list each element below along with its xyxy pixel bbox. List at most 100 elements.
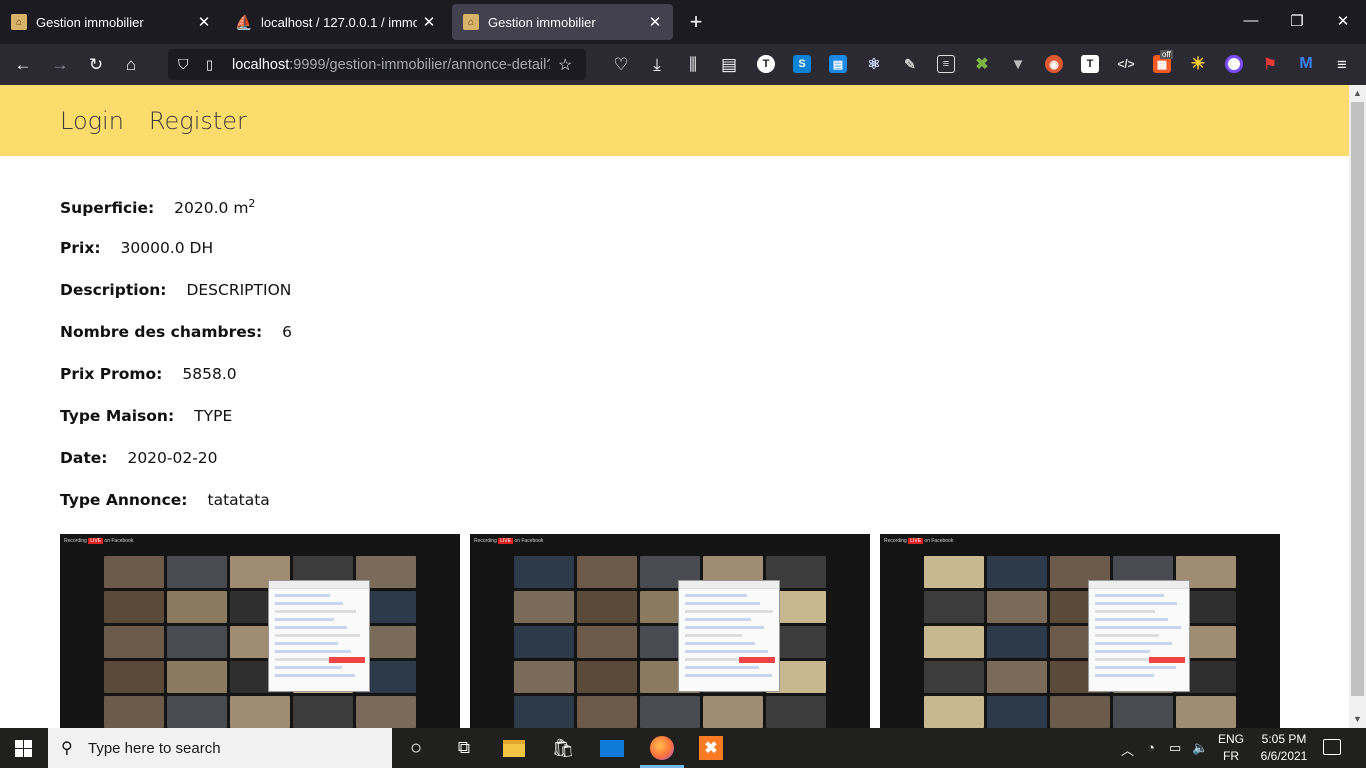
address-bar[interactable]: ⛉ ▯ localhost:9999/gestion-immobilier/an…	[168, 49, 586, 80]
video-tile	[987, 556, 1047, 588]
s-extension-icon[interactable]: S	[793, 55, 811, 73]
video-tile	[640, 696, 700, 728]
field-type-annonce: Type Annonce: tatatata	[60, 491, 270, 509]
doc-extension-icon[interactable]: ▤	[829, 55, 847, 73]
wifi-icon[interactable]: ◔	[1147, 740, 1155, 755]
show-hidden-icons-icon[interactable]: ︿	[1121, 740, 1134, 759]
annonce-details: Superficie: 2020.0 m2 Prix: 30000.0 DH Des…	[0, 156, 1349, 533]
register-link[interactable]: Register	[149, 107, 247, 135]
annonce-image[interactable]: Recording LIVE on Facebook	[470, 534, 870, 728]
volume-icon[interactable]: 🔈	[1192, 740, 1208, 756]
firefox-icon[interactable]	[650, 736, 674, 760]
microsoft-store-icon[interactable]: 🛍	[551, 736, 575, 760]
minimize-button[interactable]: —	[1241, 12, 1261, 29]
reload-button[interactable]: ↻	[83, 52, 109, 78]
rocket-icon[interactable]: ⚑	[1261, 55, 1279, 73]
page-info-icon[interactable]: ▯	[206, 57, 222, 73]
file-explorer-icon[interactable]	[502, 736, 526, 760]
video-tile	[577, 661, 637, 693]
windows-start-icon[interactable]	[15, 740, 32, 757]
video-tile	[924, 696, 984, 728]
sun-icon[interactable]: ☀	[1189, 54, 1207, 73]
library-icon[interactable]: ⫼	[680, 52, 706, 78]
recording-label: Recording LIVE on Facebook	[474, 538, 544, 544]
scroll-down-arrow-icon[interactable]: ▼	[1349, 711, 1366, 728]
mail-icon[interactable]	[600, 736, 624, 760]
chat-window	[268, 580, 370, 692]
video-tile	[987, 661, 1047, 693]
chat-window	[678, 580, 780, 692]
video-tile	[577, 591, 637, 623]
video-tile	[577, 696, 637, 728]
xampp-icon[interactable]: ✖	[699, 736, 723, 760]
forward-button[interactable]: →	[47, 52, 73, 78]
browser-toolbar: ← → ↻ ⌂ ⛉ ▯ localhost:9999/gestion-immob…	[0, 44, 1366, 85]
vue-devtools-icon[interactable]: ▼	[1009, 55, 1027, 73]
video-tile	[924, 556, 984, 588]
video-tile	[514, 556, 574, 588]
back-button[interactable]: ←	[10, 52, 36, 78]
duckduckgo-icon[interactable]: ◉	[1045, 55, 1063, 73]
code-extension-icon[interactable]: </>	[1117, 55, 1135, 73]
video-tile	[577, 556, 637, 588]
language-indicator[interactable]: ENG FR	[1216, 731, 1246, 765]
cortana-icon[interactable]: ○	[404, 736, 428, 760]
tab-phpmyadmin[interactable]: ⛵ localhost / 127.0.0.1 / immobilie ✕	[225, 4, 447, 40]
restore-button[interactable]: ❐	[1287, 12, 1307, 30]
system-clock[interactable]: 5:05 PM 6/6/2021	[1253, 731, 1315, 765]
tab-title: Gestion immobilier	[488, 14, 596, 30]
tab-title: localhost / 127.0.0.1 / immobilie	[261, 14, 417, 30]
vertical-scrollbar[interactable]: ▲ ▼	[1349, 85, 1366, 728]
devtools-window-icon[interactable]: ≡	[937, 55, 955, 73]
video-tile	[104, 556, 164, 588]
color-wheel-icon[interactable]	[1225, 55, 1243, 73]
video-tile	[577, 626, 637, 658]
annonce-image[interactable]: Recording LIVE on Facebook	[880, 534, 1280, 728]
home-button[interactable]: ⌂	[118, 52, 144, 78]
close-icon[interactable]: ✕	[192, 13, 216, 31]
pocket-icon[interactable]: ♡	[608, 52, 634, 78]
bookmark-star-icon[interactable]: ☆	[558, 55, 572, 75]
field-date: Date: 2020-02-20	[60, 449, 218, 467]
menu-icon[interactable]: ≡	[1329, 52, 1355, 78]
video-tile	[1050, 696, 1110, 728]
search-placeholder: Type here to search	[88, 739, 221, 757]
annonce-image[interactable]: Recording LIVE on Facebook	[60, 534, 460, 728]
notifications-icon[interactable]	[1323, 739, 1341, 755]
taskbar-search-box[interactable]: ⚲ Type here to search	[48, 728, 392, 768]
clock-time: 5:05 PM	[1261, 732, 1307, 746]
page-content: Login Register Superficie: 2020.0 m2 Prix…	[0, 85, 1349, 728]
scrollbar-thumb[interactable]	[1351, 102, 1364, 696]
t-box-extension-icon[interactable]: T	[1081, 55, 1099, 73]
scroll-up-arrow-icon[interactable]: ▲	[1349, 85, 1366, 102]
login-link[interactable]: Login	[60, 107, 124, 135]
react-devtools-icon[interactable]: ⚛	[865, 55, 883, 73]
m-extension-icon[interactable]: M	[1297, 55, 1315, 73]
window-close-button[interactable]: ✕	[1333, 12, 1353, 30]
new-tab-button[interactable]: +	[684, 10, 708, 34]
video-tile	[703, 696, 763, 728]
close-icon[interactable]: ✕	[417, 13, 441, 31]
t-extension-icon[interactable]: T	[757, 55, 775, 73]
sidebar-icon[interactable]: ▤	[716, 52, 742, 78]
video-tile	[104, 661, 164, 693]
task-view-icon[interactable]: ⧉	[452, 736, 476, 760]
video-tile	[1176, 696, 1236, 728]
download-icon[interactable]: ⤓	[644, 52, 670, 78]
url-text[interactable]: localhost:9999/gestion-immobilier/annonc…	[232, 57, 550, 73]
tab-gestion-1[interactable]: ⌂ Gestion immobilier ✕	[0, 4, 222, 40]
color-picker-icon[interactable]: ✎	[901, 55, 919, 73]
recording-label: Recording LIVE on Facebook	[64, 538, 134, 544]
chat-window	[1088, 580, 1190, 692]
tools-extension-icon[interactable]: ✖	[973, 55, 991, 73]
video-tile	[514, 591, 574, 623]
close-icon[interactable]: ✕	[643, 13, 667, 31]
video-tile	[167, 556, 227, 588]
battery-icon[interactable]: ▭	[1169, 740, 1181, 756]
video-tile	[167, 591, 227, 623]
shield-icon[interactable]: ⛉	[178, 56, 196, 73]
video-tile	[167, 661, 227, 693]
tab-gestion-active[interactable]: ⌂ Gestion immobilier ✕	[452, 4, 673, 40]
video-tile	[766, 696, 826, 728]
video-tile	[924, 591, 984, 623]
